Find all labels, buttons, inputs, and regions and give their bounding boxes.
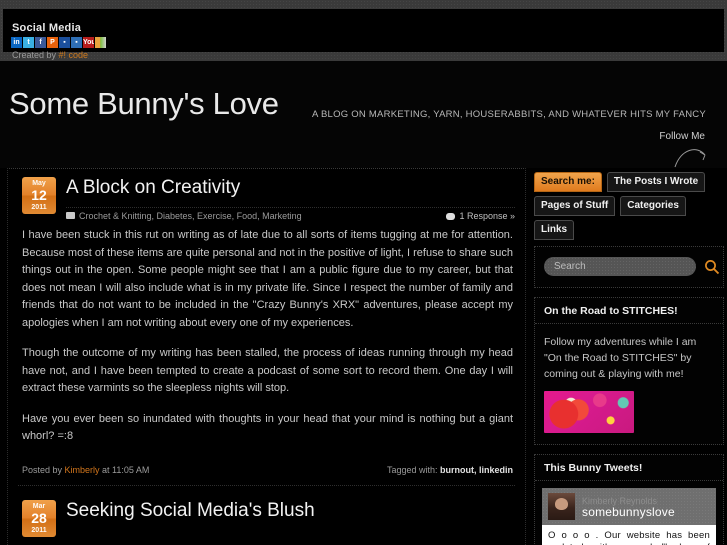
tab-links[interactable]: Links [534, 220, 575, 240]
search-widget-body [535, 247, 723, 287]
stitches-widget: On the Road to STITCHES! Follow my adven… [534, 297, 724, 445]
post-article: Mar 28 2011 Seeking Social Media's Blush [8, 492, 525, 544]
post-date-day: 28 [31, 509, 47, 526]
post-categories[interactable]: Crochet & Knitting, Diabetes, Exercise, … [66, 211, 302, 221]
twitter-widget: This Bunny Tweets! Kimberly Reynolds som… [534, 454, 724, 545]
post-author-link[interactable]: Kimberly [65, 465, 100, 475]
post-date-badge: May 12 2011 [22, 177, 56, 214]
post-body: I have been stuck in this rut on writing… [8, 221, 525, 446]
content-column: May 12 2011 A Block on Creativity Croche… [7, 168, 526, 545]
post-author-line: Posted by Kimberly at 11:05 AM [22, 465, 149, 475]
delicious-icon[interactable]: ▪ [59, 37, 70, 48]
search-icon [705, 259, 720, 274]
post-title[interactable]: Seeking Social Media's Blush [66, 500, 315, 522]
posted-by-prefix: Posted by [22, 464, 65, 475]
post-date-day: 12 [31, 187, 47, 203]
post-date-month: Mar [32, 502, 46, 510]
comment-bubble-icon [446, 213, 456, 220]
post-paragraph: Have you ever been so inundated with tho… [22, 412, 513, 443]
credit-link[interactable]: #! code [59, 50, 89, 60]
social-media-icon-list[interactable]: in t f P ▪ ▪ You [11, 37, 106, 48]
search-input[interactable] [544, 257, 696, 276]
tab-the-posts-i-wrote[interactable]: The Posts I Wrote [606, 172, 706, 192]
post-tags-line: Tagged with: burnout, linkedin [387, 465, 513, 475]
tab-search-me[interactable]: Search me: [534, 172, 602, 192]
post-title[interactable]: A Block on Creativity [66, 177, 240, 199]
twitter-icon[interactable]: t [23, 37, 34, 48]
social-media-title: Social Media [12, 22, 82, 34]
feed-icon[interactable] [95, 37, 106, 48]
stitches-widget-heading: On the Road to STITCHES! [535, 298, 723, 324]
tweet-text: O o o o . Our website has been updated w… [548, 530, 710, 545]
credit-prefix: Created by [12, 50, 59, 60]
post-date-year: 2011 [31, 204, 47, 211]
post-article: May 12 2011 A Block on Creativity Croche… [8, 169, 525, 486]
blog-tagline: A BLOG ON MARKETING, YARN, HOUSERABBITS,… [312, 109, 707, 120]
post-categories-text: Crochet & Knitting, Diabetes, Exercise, … [79, 211, 302, 221]
post-responses[interactable]: 1 Response » [446, 211, 515, 221]
tab-pages-of-stuff[interactable]: Pages of Stuff [534, 196, 616, 216]
tweet-body: O o o o . Our website has been updated w… [542, 525, 716, 545]
post-header: May 12 2011 A Block on Creativity Croche… [8, 169, 525, 221]
stitches-image[interactable] [544, 391, 634, 433]
post-meta-row: Crochet & Knitting, Diabetes, Exercise, … [66, 207, 515, 221]
sidebar: Search me: The Posts I Wrote Pages of St… [534, 168, 724, 545]
post-header: Mar 28 2011 Seeking Social Media's Blush [8, 492, 525, 544]
tab-categories[interactable]: Categories [620, 196, 686, 216]
post-tags[interactable]: burnout, linkedin [440, 465, 513, 475]
twitter-widget-body: Kimberly Reynolds somebunnyslove O o o o… [535, 481, 723, 545]
sidebar-tab-list: Search me: The Posts I Wrote Pages of St… [534, 168, 724, 246]
social-media-box: Social Media in t f P ▪ ▪ You Created by… [3, 9, 724, 60]
social-media-credit: Created by #! code [12, 50, 88, 60]
search-widget [534, 246, 724, 288]
post-footer: Posted by Kimberly at 11:05 AM Tagged wi… [8, 459, 525, 485]
post-date-month: May [32, 180, 46, 187]
post-responses-text: 1 Response » [459, 211, 515, 221]
linkedin-icon[interactable]: in [11, 37, 22, 48]
search-button[interactable] [704, 259, 720, 275]
post-divider [18, 484, 515, 486]
tweet-handle[interactable]: somebunnyslove [582, 506, 675, 518]
follow-me-label: Follow Me [659, 131, 705, 142]
youtube-icon[interactable]: You [83, 37, 94, 48]
social-media-strip: Social Media in t f P ▪ ▪ You Created by… [0, 0, 727, 61]
post-date-badge: Mar 28 2011 [22, 499, 56, 537]
facebook-icon[interactable]: f [35, 37, 46, 48]
follow-me-arrow-icon [674, 149, 706, 168]
stitches-widget-text: Follow my adventures while I am "On the … [544, 336, 697, 380]
stitches-widget-body: Follow my adventures while I am "On the … [535, 324, 723, 444]
page-body: May 12 2011 A Block on Creativity Croche… [0, 168, 727, 545]
post-time: at 11:05 AM [99, 464, 150, 475]
avatar [548, 493, 575, 520]
post-date-year: 2011 [31, 526, 47, 534]
posterous-icon[interactable]: P [47, 37, 58, 48]
search-row [544, 257, 720, 276]
tweet-header: Kimberly Reynolds somebunnyslove [542, 488, 716, 525]
tagged-with-label: Tagged with: [386, 464, 440, 475]
post-paragraph: I have been stuck in this rut on writing… [22, 229, 513, 329]
tweet-card: Kimberly Reynolds somebunnyslove O o o o… [542, 488, 716, 545]
tweet-names: Kimberly Reynolds somebunnyslove [582, 496, 675, 518]
masthead: Some Bunny's Love A BLOG ON MARKETING, Y… [0, 61, 727, 168]
share-icon[interactable]: ▪ [71, 37, 82, 48]
post-paragraph: Though the outcome of my writing has bee… [22, 347, 513, 394]
folder-icon [66, 212, 75, 219]
blog-title[interactable]: Some Bunny's Love [9, 86, 279, 122]
twitter-widget-heading: This Bunny Tweets! [535, 455, 723, 481]
